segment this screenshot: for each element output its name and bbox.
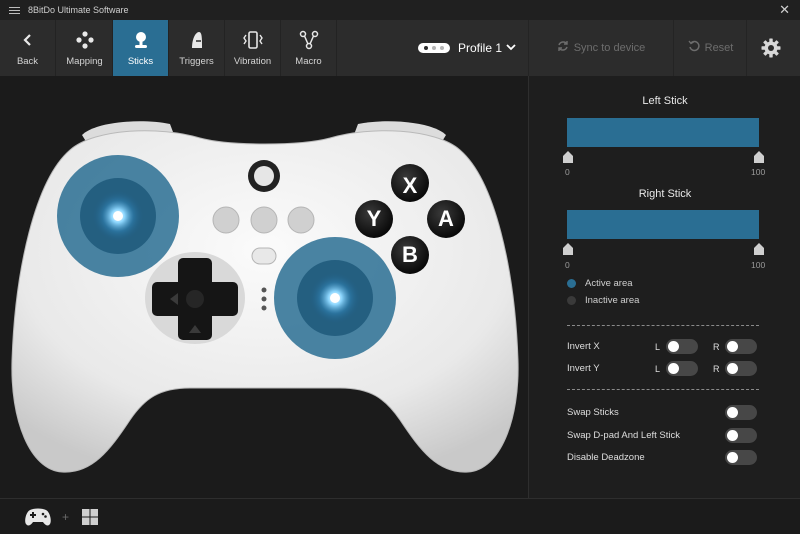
windows-icon <box>81 508 99 526</box>
gamepad-icon <box>24 507 52 527</box>
joystick-icon <box>130 29 152 51</box>
plus-label: + <box>62 509 70 524</box>
title-bar: 8BitDo Ultimate Software ✕ <box>0 0 800 20</box>
left-stick-min-label: 0 <box>565 167 570 177</box>
dpad-dots-icon <box>74 29 96 51</box>
legend-inactive-label: Inactive area <box>585 295 640 306</box>
swap-dpad-label: Swap D-pad And Left Stick <box>567 430 681 441</box>
legend-inactive: Inactive area <box>567 295 639 306</box>
vibration-icon <box>242 29 264 51</box>
legend-active-label: Active area <box>585 278 633 289</box>
swap-sticks-toggle[interactable] <box>725 405 757 420</box>
inactive-dot <box>567 296 576 305</box>
divider <box>567 325 759 326</box>
left-stick-title: Left Stick <box>642 95 688 107</box>
controller-image <box>11 121 519 473</box>
tab-label: Sticks <box>127 56 154 67</box>
tab-label: Triggers <box>179 56 214 67</box>
controller-stage: X Y A B <box>0 76 528 498</box>
chevron-left-icon <box>17 29 39 51</box>
toolbar: Back Mapping Sticks Triggers Vibration M… <box>0 20 800 76</box>
invert-y-right-toggle[interactable] <box>725 361 757 376</box>
button-a[interactable]: A <box>427 200 465 238</box>
gear-icon[interactable] <box>760 37 782 59</box>
tab-label: Vibration <box>233 56 272 67</box>
close-icon[interactable]: ✕ <box>779 2 790 18</box>
back-button[interactable]: Back <box>0 20 56 76</box>
tab-vibration[interactable]: Vibration <box>225 20 281 76</box>
right-stick-min-label: 0 <box>565 260 570 270</box>
divider <box>567 389 759 390</box>
invert-x-left-toggle[interactable] <box>666 339 698 354</box>
right-stick-max-handle[interactable] <box>754 243 764 255</box>
legend-active: Active area <box>567 278 633 289</box>
tab-triggers[interactable]: Triggers <box>169 20 225 76</box>
invert-x-l-label: L <box>655 342 661 352</box>
invert-x-label: Invert X <box>567 341 600 352</box>
invert-y-r-label: R <box>713 364 720 374</box>
tab-label: Macro <box>295 56 322 67</box>
swap-dpad-toggle[interactable] <box>725 428 757 443</box>
window-title: 8BitDo Ultimate Software <box>28 5 129 15</box>
hamburger-menu-icon[interactable] <box>0 0 28 20</box>
tab-mapping[interactable]: Mapping <box>57 20 113 76</box>
reset-button[interactable]: Reset <box>675 20 747 76</box>
button-x[interactable]: X <box>391 167 429 205</box>
invert-x-r-label: R <box>713 342 720 352</box>
invert-y-left-toggle[interactable] <box>666 361 698 376</box>
profile-name: Profile 1 <box>458 41 503 55</box>
macro-icon <box>298 29 320 51</box>
right-stick-max-label: 100 <box>751 260 766 270</box>
sync-icon <box>557 39 569 57</box>
left-stick-max-handle[interactable] <box>754 151 764 163</box>
swap-sticks-label: Swap Sticks <box>567 407 619 418</box>
status-footer: + <box>0 498 800 534</box>
tab-label: Mapping <box>66 56 103 67</box>
right-stick-range-bar[interactable] <box>567 210 759 239</box>
invert-y-label: Invert Y <box>567 363 600 374</box>
left-stick-range-bar[interactable] <box>567 118 759 147</box>
profile-selector[interactable]: Profile 1 <box>418 38 516 58</box>
right-stick-title: Right Stick <box>638 188 692 200</box>
invert-x-right-toggle[interactable] <box>725 339 757 354</box>
tab-macro[interactable]: Macro <box>281 20 337 76</box>
button-b[interactable]: B <box>391 236 429 274</box>
left-stick-max-label: 100 <box>751 167 766 177</box>
disable-deadzone-toggle[interactable] <box>725 450 757 465</box>
disable-deadzone-label: Disable Deadzone <box>567 452 645 463</box>
right-stick-min-handle[interactable] <box>563 243 573 255</box>
tab-sticks[interactable]: Sticks <box>113 20 169 76</box>
button-y[interactable]: Y <box>355 200 393 238</box>
sync-label: Sync to device <box>573 42 646 54</box>
invert-y-l-label: L <box>655 364 661 374</box>
chevron-down-icon <box>506 43 516 54</box>
active-dot <box>567 279 576 288</box>
reset-label: Reset <box>704 42 734 54</box>
left-stick-min-handle[interactable] <box>563 151 573 163</box>
settings-panel: Left Stick 0 100 Right Stick 0 100 Activ… <box>528 76 800 498</box>
tab-label: Back <box>16 56 39 67</box>
reset-icon <box>688 39 700 57</box>
trigger-icon <box>186 29 208 51</box>
profile-pill-icon <box>418 43 450 53</box>
sync-to-device-button[interactable]: Sync to device <box>528 20 674 76</box>
